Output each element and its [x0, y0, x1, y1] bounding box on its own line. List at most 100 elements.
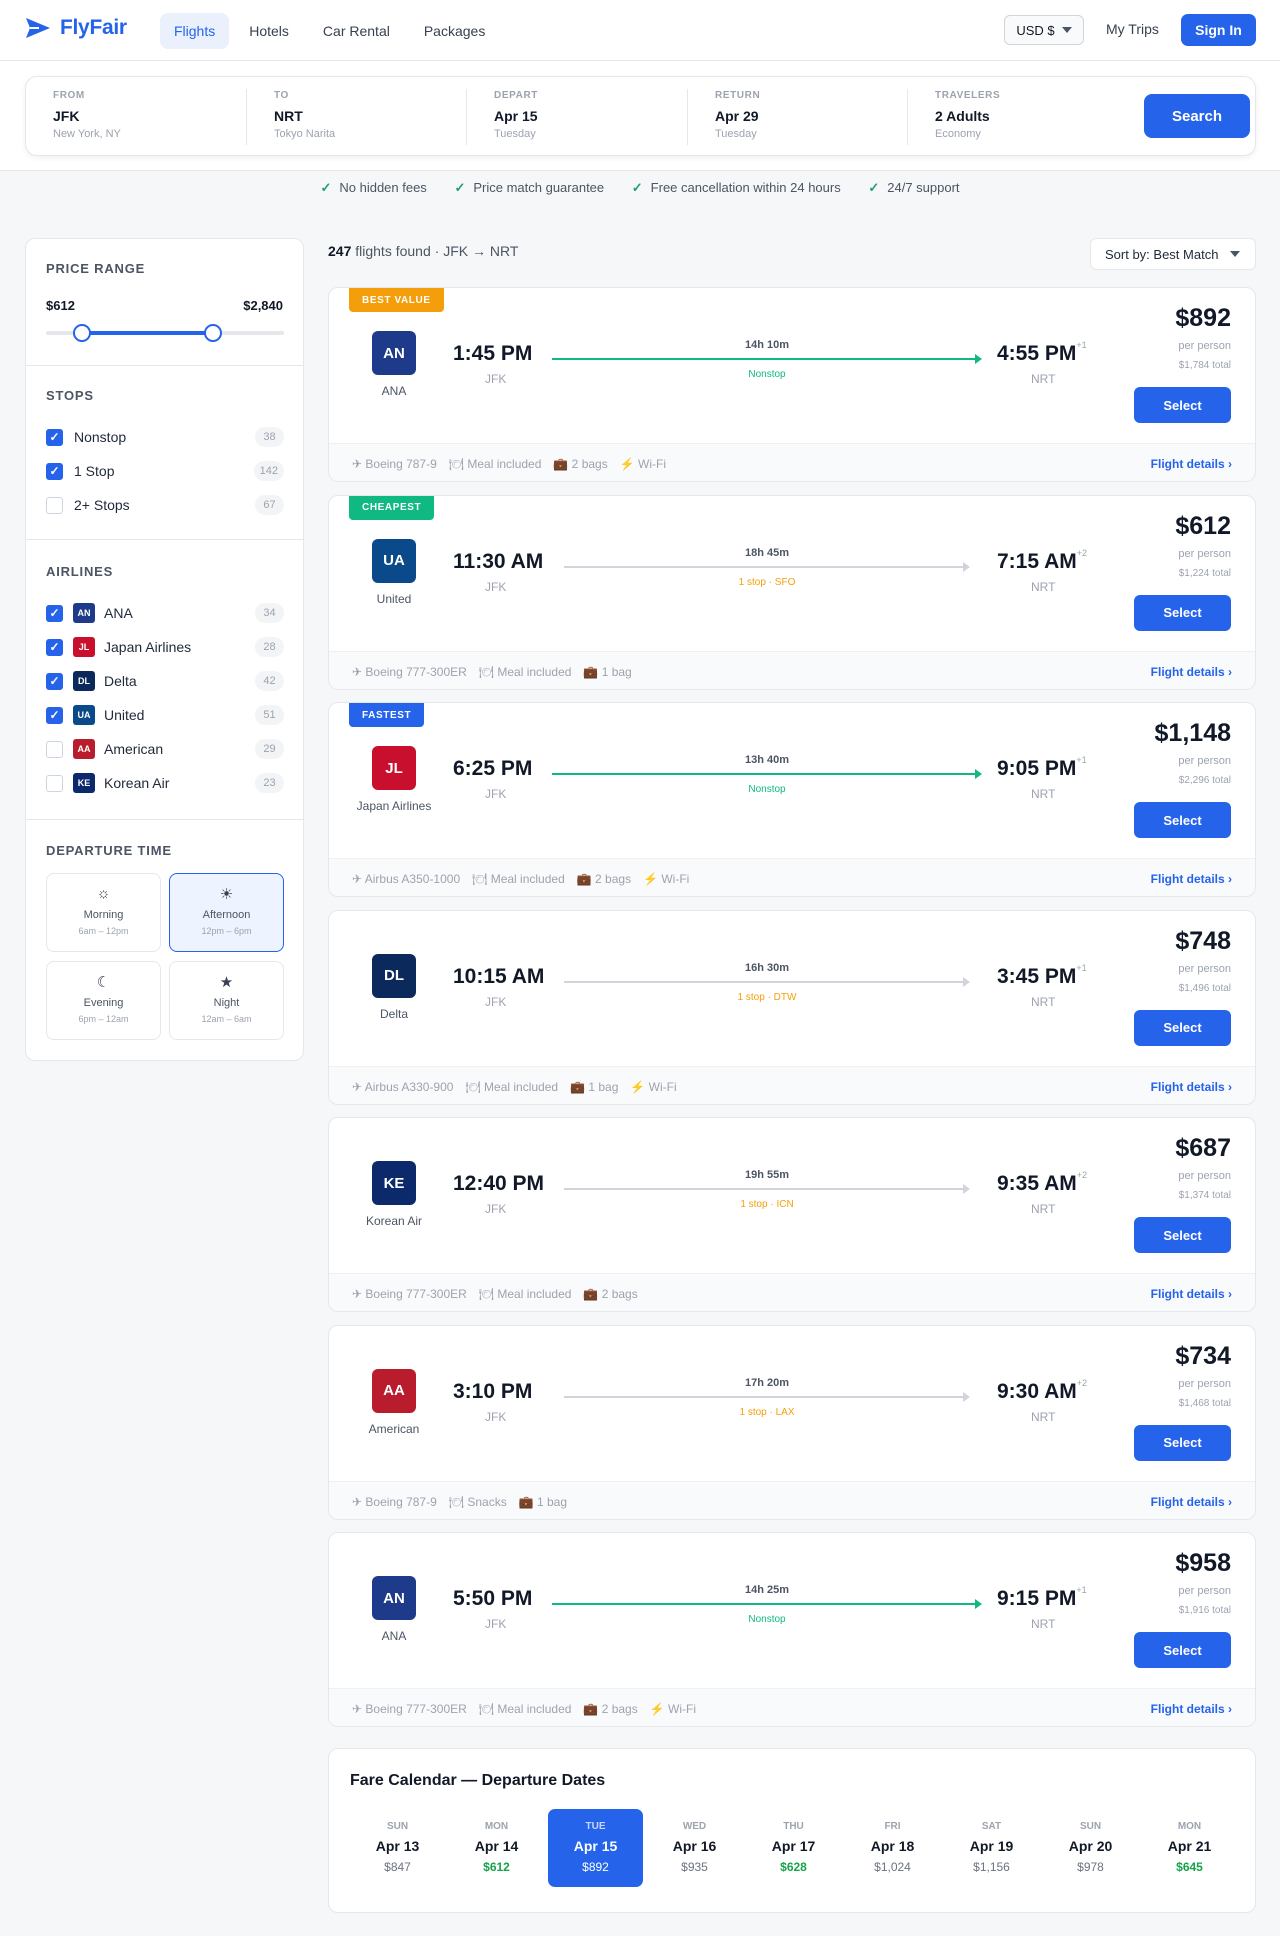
- airline-logo: AN: [372, 331, 416, 375]
- per-person-label: per person: [1178, 340, 1231, 352]
- airline-checkbox[interactable]: [46, 774, 63, 792]
- return-weekday: Tuesday: [715, 128, 757, 140]
- airline-filter-label: ANA: [104, 605, 133, 621]
- select-flight-button[interactable]: Select: [1134, 1009, 1231, 1046]
- airline-checkbox[interactable]: ✓: [46, 638, 63, 656]
- airline-checkbox[interactable]: ✓: [46, 604, 63, 622]
- airline-filter-row[interactable]: AA American 29: [46, 738, 284, 760]
- stop-checkbox[interactable]: ✓: [46, 428, 63, 446]
- flight-duration: 13h 40m: [744, 754, 790, 766]
- from-field[interactable]: FROM JFK New York, NY: [26, 89, 246, 145]
- select-flight-button[interactable]: Select: [1134, 1632, 1231, 1668]
- arrival-time-value: 9:35 AM: [997, 1172, 1077, 1195]
- calendar-day[interactable]: MON Apr 21 $645: [1142, 1809, 1237, 1887]
- travelers-field[interactable]: TRAVELERS 2 Adults Economy: [907, 89, 1127, 145]
- calendar-day[interactable]: FRI Apr 18 $1,024: [845, 1809, 940, 1887]
- baggage-info: 💼 2 bags: [576, 872, 632, 886]
- price-slider[interactable]: [46, 324, 284, 342]
- select-flight-button[interactable]: Select: [1134, 802, 1231, 838]
- airline-filter-row[interactable]: KE Korean Air 23: [46, 772, 284, 794]
- price-per-person: $612: [1175, 511, 1231, 540]
- flight-details-link[interactable]: Flight details ›: [1151, 1287, 1232, 1301]
- airline-filter-label: United: [104, 707, 145, 723]
- stop-count-badge: 67: [255, 495, 284, 515]
- search-button[interactable]: Search: [1144, 94, 1250, 138]
- return-field[interactable]: RETURN Apr 29 Tuesday: [687, 89, 907, 145]
- to-field[interactable]: TO NRT Tokyo Narita: [246, 89, 466, 145]
- airline-checkbox[interactable]: ✓: [46, 672, 63, 690]
- stop-checkbox[interactable]: [46, 496, 63, 514]
- currency-select[interactable]: USD $: [1004, 15, 1084, 45]
- nav-packages[interactable]: Packages: [410, 13, 499, 49]
- select-flight-button[interactable]: Select: [1134, 594, 1231, 631]
- stop-filter-row[interactable]: ✓ Nonstop 38: [46, 426, 284, 448]
- calendar-fare: $847: [384, 1860, 411, 1874]
- flight-route: 18h 45m 1 stop · SFO: [552, 547, 982, 588]
- my-trips-link[interactable]: My Trips: [1106, 21, 1159, 37]
- stop-filter-row[interactable]: 2+ Stops 67: [46, 494, 284, 516]
- amenities-list: ✈ Boeing 777-300ER 🍽 Meal included 💼 2 bag…: [352, 1287, 638, 1301]
- depart-field[interactable]: DEPART Apr 15 Tuesday: [466, 89, 687, 145]
- airline-logo: JL: [73, 637, 95, 657]
- calendar-fare: $935: [681, 1860, 708, 1874]
- calendar-day[interactable]: SAT Apr 19 $1,156: [944, 1809, 1039, 1887]
- nav-car-rental[interactable]: Car Rental: [309, 13, 404, 49]
- flight-card-footer: ✈ Airbus A330-900 🍽 Meal included 💼 1 bag ⚡…: [329, 1065, 1255, 1104]
- flight-details-link[interactable]: Flight details ›: [1151, 665, 1232, 679]
- airline-filter-row[interactable]: ✓ JL Japan Airlines 28: [46, 636, 284, 658]
- select-flight-button[interactable]: Select: [1134, 1217, 1231, 1253]
- calendar-day[interactable]: MON Apr 14 $612: [449, 1809, 544, 1887]
- airline-checkbox[interactable]: ✓: [46, 706, 63, 724]
- stop-filter-label: 1 Stop: [74, 463, 115, 479]
- flight-tag-badge: BEST VALUE: [349, 288, 444, 312]
- airline-logo: DL: [73, 671, 95, 691]
- to-value: NRT: [274, 108, 303, 124]
- nav-flights[interactable]: Flights: [160, 13, 230, 49]
- flight-details-link[interactable]: Flight details ›: [1151, 1080, 1232, 1094]
- flight-details-link[interactable]: Flight details ›: [1151, 1702, 1232, 1716]
- calendar-date: Apr 19: [969, 1838, 1014, 1854]
- flight-details-link[interactable]: Flight details ›: [1151, 1495, 1232, 1509]
- meal-info: 🍽 Meal included: [478, 664, 572, 679]
- logo[interactable]: FlyFair: [25, 16, 127, 40]
- stop-filter-row[interactable]: ✓ 1 Stop 142: [46, 460, 284, 482]
- departure-slot-night[interactable]: ★ Night 12am – 6am: [169, 961, 284, 1040]
- day-offset: +1: [1076, 755, 1087, 765]
- airline-filter-row[interactable]: ✓ AN ANA 34: [46, 602, 284, 624]
- airline-filter-label: American: [104, 741, 164, 757]
- select-flight-button[interactable]: Select: [1134, 1424, 1231, 1461]
- arrow-right-icon: [963, 561, 970, 572]
- airline-filter-row[interactable]: ✓ DL Delta 42: [46, 670, 284, 692]
- arrival-time-value: 9:05 PM: [997, 757, 1077, 780]
- stop-checkbox[interactable]: ✓: [46, 462, 63, 480]
- price-per-person: $734: [1175, 1341, 1231, 1370]
- nav-hotels[interactable]: Hotels: [235, 13, 303, 49]
- calendar-day[interactable]: TUE Apr 15 $892: [548, 1809, 643, 1887]
- flight-details-link[interactable]: Flight details ›: [1151, 457, 1232, 471]
- calendar-day[interactable]: THU Apr 17 $628: [746, 1809, 841, 1887]
- arrival-time: 9:35 AM+2: [997, 1170, 1087, 1196]
- wifi-info: ⚡ Wi-Fi: [630, 1079, 677, 1094]
- departure-slot-morning[interactable]: ☼ Morning 6am – 12pm: [46, 873, 161, 952]
- airline-filter-row[interactable]: ✓ UA United 51: [46, 704, 284, 726]
- return-label: RETURN: [715, 90, 761, 101]
- departure-airport: JFK: [485, 372, 507, 386]
- departure-slot-afternoon[interactable]: ☀ Afternoon 12pm – 6pm: [169, 873, 284, 952]
- price-slider-max-handle[interactable]: [203, 324, 222, 342]
- day-offset: +2: [1076, 1377, 1088, 1388]
- airline-checkbox[interactable]: [46, 740, 63, 758]
- feature-item: ✓ No hidden fees: [320, 180, 426, 196]
- select-flight-button[interactable]: Select: [1134, 387, 1231, 423]
- price-slider-min-handle[interactable]: [72, 324, 91, 342]
- calendar-day[interactable]: WED Apr 16 $935: [647, 1809, 742, 1887]
- sign-in-button[interactable]: Sign In: [1181, 14, 1256, 46]
- flight-details-link[interactable]: Flight details ›: [1151, 872, 1232, 886]
- calendar-day[interactable]: SUN Apr 20 $978: [1043, 1809, 1138, 1887]
- calendar-day[interactable]: SUN Apr 13 $847: [350, 1809, 445, 1887]
- amenities-list: ✈ Boeing 787-9 🍽 Meal included 💼 2 bags ⚡ W…: [352, 457, 666, 471]
- departure-slot-evening[interactable]: ☾ Evening 6pm – 12am: [46, 961, 161, 1040]
- logo-text: FlyFair: [60, 16, 127, 39]
- sort-dropdown[interactable]: Sort by: Best Match: [1090, 238, 1256, 270]
- arrival-time-value: 3:45 PM: [997, 964, 1077, 988]
- flight-card-footer: ✈ Boeing 787-9 🍽 Meal included 💼 2 bags ⚡ W…: [329, 443, 1255, 481]
